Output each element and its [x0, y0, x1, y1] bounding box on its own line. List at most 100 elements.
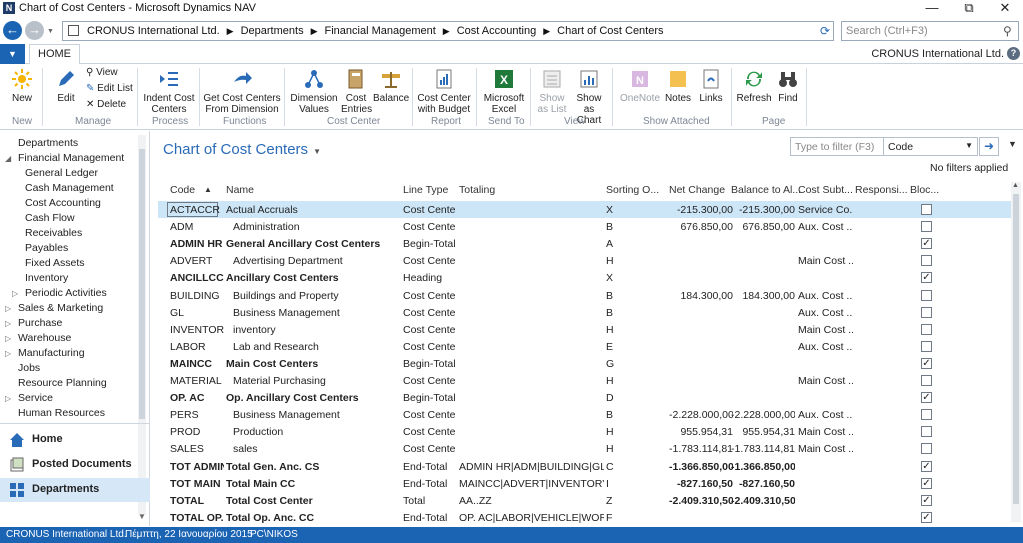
- blocked-checkbox[interactable]: ✓: [921, 460, 932, 472]
- table-row[interactable]: ACTACCR Actual Accruals Cost Center X -215.3…: [158, 201, 1011, 218]
- collapsed-triangle-icon[interactable]: ▷: [5, 394, 11, 403]
- table-row[interactable]: OP. AC Op. Ancillary Cost Centers Begin-To…: [158, 389, 1011, 406]
- blocked-checkbox[interactable]: [921, 221, 932, 233]
- blocked-checkbox[interactable]: [921, 375, 932, 386]
- column-header[interactable]: Bloc...: [910, 184, 939, 202]
- history-dropdown-icon[interactable]: ▼: [47, 28, 54, 35]
- sidebar-item[interactable]: Payables: [25, 242, 68, 254]
- column-header[interactable]: Sorting O...: [606, 184, 659, 202]
- notes-button[interactable]: Notes: [662, 68, 694, 104]
- sidebar-item[interactable]: Departments: [18, 137, 78, 149]
- nav-home-button[interactable]: Home: [0, 428, 150, 452]
- table-row[interactable]: GL Business Management Cost Center B Aux. Co…: [158, 304, 1011, 321]
- blocked-checkbox[interactable]: [921, 289, 932, 301]
- collapsed-triangle-icon[interactable]: ▷: [5, 304, 11, 313]
- balance-button[interactable]: Balance: [373, 68, 409, 104]
- collapsed-triangle-icon[interactable]: ▷: [5, 319, 11, 328]
- sidebar-item[interactable]: Periodic Activities: [25, 287, 107, 299]
- table-row[interactable]: TOTAL OP. Total Op. Anc. CC End-Total OP. A…: [158, 509, 1011, 526]
- breadcrumb-item[interactable]: Chart of Cost Centers: [557, 25, 663, 37]
- table-row[interactable]: TOT ADMIN Total Gen. Anc. CS End-Total ADMI…: [158, 458, 1011, 475]
- back-button[interactable]: ←: [3, 21, 22, 40]
- sidebar-item[interactable]: Cash Flow: [25, 212, 75, 224]
- table-row[interactable]: ADVERT Advertising Department Cost Center H…: [158, 252, 1011, 269]
- blocked-checkbox[interactable]: [921, 426, 932, 438]
- sidebar-item[interactable]: Resource Planning: [18, 377, 107, 389]
- sidebar-item[interactable]: Service: [18, 392, 53, 404]
- onenote-button[interactable]: N OneNote: [619, 68, 661, 104]
- table-row[interactable]: PROD Production Cost Center H 955.954,31 955.…: [158, 423, 1011, 440]
- search-icon[interactable]: ⚲: [1003, 24, 1012, 38]
- show-as-list-button[interactable]: Show as List: [535, 68, 569, 115]
- refresh-button[interactable]: Refresh: [736, 68, 772, 104]
- view-button[interactable]: ⚲ View: [86, 67, 118, 78]
- delete-button[interactable]: ✕ Delete: [86, 99, 126, 110]
- sidebar-item[interactable]: Receivables: [25, 227, 82, 239]
- close-icon[interactable]: ✕: [991, 0, 1019, 17]
- column-header[interactable]: Balance to Al...: [731, 184, 801, 202]
- breadcrumb-item[interactable]: Departments: [241, 25, 304, 37]
- filter-input[interactable]: Type to filter (F3): [790, 137, 884, 156]
- table-scrollbar[interactable]: ▲: [1011, 182, 1021, 522]
- blocked-checkbox[interactable]: ✓: [921, 477, 932, 489]
- blocked-checkbox[interactable]: [921, 323, 932, 335]
- collapsed-triangle-icon[interactable]: ▷: [5, 349, 11, 358]
- nav-posted-documents-button[interactable]: Posted Documents: [0, 453, 150, 477]
- table-row[interactable]: INVENTORY inventory Cost Center H Main Cost …: [158, 321, 1011, 338]
- column-header[interactable]: Cost Subt...: [798, 184, 853, 202]
- sidebar-item[interactable]: Sales & Marketing: [18, 302, 103, 314]
- column-header[interactable]: Name: [226, 184, 254, 202]
- forward-button[interactable]: →: [25, 21, 44, 40]
- nav-departments-button[interactable]: Departments: [0, 478, 150, 502]
- new-button[interactable]: New: [6, 68, 38, 104]
- sidebar-item[interactable]: Purchase: [18, 317, 62, 329]
- sidebar-item[interactable]: Cost Accounting: [25, 197, 101, 209]
- blocked-checkbox[interactable]: ✓: [921, 511, 932, 523]
- filter-field-select[interactable]: Code ▼: [884, 137, 978, 156]
- help-icon[interactable]: ?: [1007, 47, 1020, 60]
- table-row[interactable]: ADMIN HR General Ancillary Cost Centers Be…: [158, 235, 1011, 252]
- dimension-values-button[interactable]: Dimension Values: [289, 68, 339, 115]
- sidebar-item[interactable]: Jobs: [18, 362, 40, 374]
- sidebar-item[interactable]: Fixed Assets: [25, 257, 85, 269]
- blocked-checkbox[interactable]: ✓: [921, 357, 932, 369]
- table-row[interactable]: ADM Administration Cost Center B 676.850,00 6…: [158, 218, 1011, 235]
- blocked-checkbox[interactable]: [921, 340, 932, 352]
- sidebar-item[interactable]: Cash Management: [25, 182, 114, 194]
- blocked-checkbox[interactable]: [921, 443, 932, 455]
- table-row[interactable]: ANCILLCC Ancillary Cost Centers Heading X ✓: [158, 269, 1011, 286]
- table-row[interactable]: LABOR Lab and Research Cost Center E Aux. Co…: [158, 338, 1011, 355]
- blocked-checkbox[interactable]: ✓: [921, 392, 932, 404]
- column-header[interactable]: Code: [170, 184, 195, 202]
- sidebar-item[interactable]: General Ledger: [25, 167, 98, 179]
- blocked-checkbox[interactable]: [921, 409, 932, 421]
- table-row[interactable]: TOT MAIN Total Main CC End-Total MAINCC|ADV…: [158, 475, 1011, 492]
- table-row[interactable]: MAINCC Main Cost Centers Begin-Total G ✓: [158, 355, 1011, 372]
- blocked-checkbox[interactable]: ✓: [921, 238, 932, 250]
- table-row[interactable]: SALES sales Cost Center H -1.783.114,81 -1.78…: [158, 440, 1011, 457]
- indent-cost-centers-button[interactable]: Indent Cost Centers: [141, 68, 197, 115]
- expand-filter-icon[interactable]: ▼: [1008, 139, 1017, 149]
- nav-pane-options-icon[interactable]: ▼: [138, 512, 146, 521]
- blocked-checkbox[interactable]: [921, 255, 932, 267]
- blocked-checkbox[interactable]: [921, 204, 932, 215]
- search-input[interactable]: Search (Ctrl+F3): [841, 21, 1019, 41]
- microsoft-excel-button[interactable]: X Microsoft Excel: [481, 68, 527, 115]
- blocked-checkbox[interactable]: [921, 306, 932, 318]
- table-row[interactable]: MATERIAL Material Purchasing Cost Center H M…: [158, 372, 1011, 389]
- column-header[interactable]: Responsi...: [855, 184, 908, 202]
- column-header[interactable]: Net Change: [669, 184, 725, 202]
- tab-home[interactable]: HOME: [29, 44, 80, 65]
- collapsed-triangle-icon[interactable]: ▷: [12, 289, 18, 298]
- table-row[interactable]: TOTAL Total Cost Center Total AA..ZZ Z -2.409…: [158, 492, 1011, 509]
- scroll-up-icon[interactable]: ▲: [1012, 182, 1019, 189]
- sidebar-item[interactable]: Manufacturing: [18, 347, 85, 359]
- apply-filter-button[interactable]: ➜: [979, 137, 999, 156]
- column-header[interactable]: Line Type: [403, 184, 448, 202]
- find-button[interactable]: Find: [774, 68, 802, 104]
- blocked-checkbox[interactable]: ✓: [921, 494, 932, 506]
- blocked-checkbox[interactable]: ✓: [921, 272, 932, 284]
- expanded-triangle-icon[interactable]: ◢: [5, 154, 11, 163]
- application-menu-button[interactable]: ▼: [0, 44, 25, 64]
- sidebar-item[interactable]: Financial Management: [18, 152, 124, 164]
